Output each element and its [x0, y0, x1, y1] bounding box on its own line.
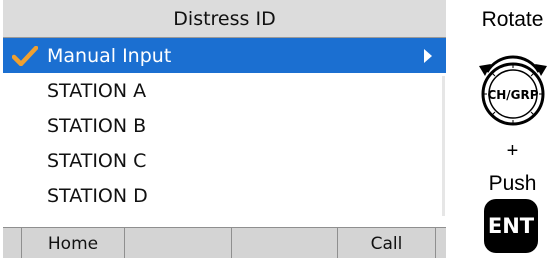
ent-label: ENT: [487, 214, 535, 238]
list-item-station-d[interactable]: STATION D: [3, 178, 446, 213]
softkey-call-label: Call: [370, 233, 403, 254]
softkey-left-edge: [3, 228, 22, 258]
list-item-manual-input[interactable]: Manual Input: [3, 38, 446, 73]
radio-display: Distress ID Manual Input STATION A STATI…: [3, 0, 446, 258]
distress-id-list: Manual Input STATION A STATION B STATION…: [3, 38, 446, 213]
submenu-arrow-icon: [424, 48, 432, 63]
knob-label: CH/GRP: [487, 88, 538, 102]
list-item-label: STATION D: [47, 184, 148, 207]
softkey-home[interactable]: Home: [22, 228, 125, 258]
list-item-station-b[interactable]: STATION B: [3, 108, 446, 143]
softkey-bar: Home Call: [3, 227, 446, 258]
list-item-station-c[interactable]: STATION C: [3, 143, 446, 178]
list-item-station-a[interactable]: STATION A: [3, 73, 446, 108]
softkey-home-label: Home: [47, 233, 99, 254]
list-item-label: STATION B: [47, 114, 147, 137]
list-item-label: STATION A: [47, 79, 147, 102]
list-item-label: Manual Input: [47, 44, 172, 67]
softkey-right-edge: [436, 228, 446, 258]
checkmark-icon: [12, 46, 38, 66]
softkey-3[interactable]: [232, 228, 338, 258]
ent-button[interactable]: ENT: [484, 199, 538, 253]
rotate-label: Rotate: [481, 8, 544, 31]
screen-title: Distress ID: [173, 7, 276, 30]
softkey-call[interactable]: Call: [338, 228, 436, 258]
ch-grp-knob[interactable]: CH/GRP: [473, 44, 553, 134]
control-instructions: Rotate CH/GRP + Push ENT: [470, 0, 555, 258]
push-label: Push: [488, 172, 537, 195]
scrollbar[interactable]: [442, 76, 445, 216]
softkey-2[interactable]: [125, 228, 232, 258]
screen-title-bar: Distress ID: [3, 0, 446, 38]
plus-sign: +: [506, 140, 519, 162]
list-item-label: STATION C: [47, 149, 147, 172]
